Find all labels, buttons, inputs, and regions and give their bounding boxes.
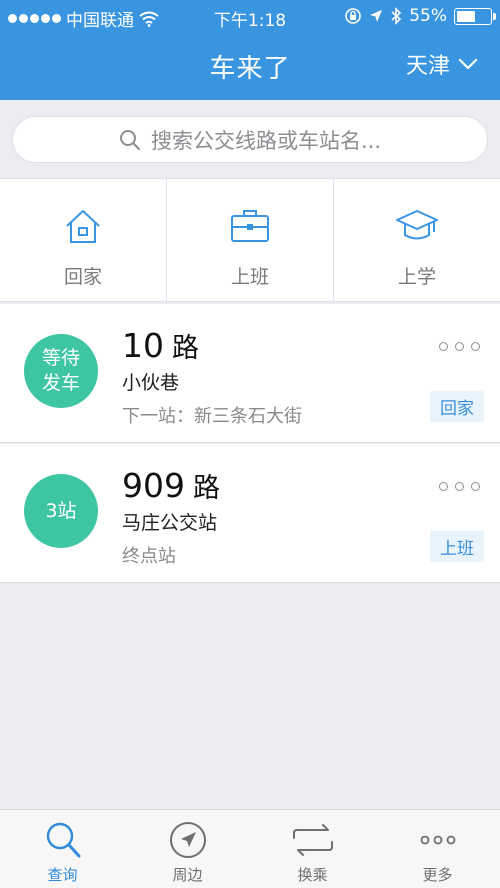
- tab-nearby[interactable]: 周边: [125, 810, 250, 888]
- arrival-status-badge: 3站: [24, 474, 98, 548]
- arrival-status-line2: 发车: [41, 372, 80, 394]
- rotation-lock-icon: [345, 8, 362, 24]
- location-arrow-icon: [370, 10, 383, 22]
- shortcut-label: 回家: [63, 266, 102, 288]
- transfer-icon: [292, 824, 333, 856]
- search-area: 搜索公交线路或车站名...: [0, 100, 500, 178]
- more-dot: [455, 342, 464, 351]
- route-number: 10: [122, 326, 164, 365]
- next-stop: 下一站：新三条石大街: [122, 406, 302, 427]
- search-placeholder: 搜索公交线路或车站名...: [150, 128, 382, 153]
- more-dot: [471, 342, 480, 351]
- navigation-icon: [169, 822, 206, 858]
- graduation-cap-icon: [396, 210, 438, 240]
- status-right: 55%: [344, 6, 496, 26]
- station-name: 马庄公交站: [122, 512, 218, 534]
- search-icon: [46, 822, 80, 858]
- tab-more[interactable]: 更多: [375, 810, 500, 888]
- shortcut-label: 上学: [397, 266, 436, 288]
- tab-label: 换乘: [297, 866, 328, 884]
- tab-search[interactable]: 查询: [0, 810, 125, 888]
- home-icon: [66, 210, 100, 243]
- bus-card[interactable]: 3站 909 路 马庄公交站 终点站 上班: [0, 444, 500, 583]
- battery-level: [457, 10, 475, 22]
- tab-label: 查询: [47, 866, 78, 884]
- shortcut-label: 上班: [230, 266, 269, 288]
- station-name: 小伙巷: [122, 372, 180, 394]
- briefcase-icon: [231, 210, 269, 242]
- shortcut-school[interactable]: 上学: [334, 179, 500, 301]
- card-more-button[interactable]: [439, 482, 480, 491]
- battery-icon: [454, 7, 496, 25]
- battery-percent: 55%: [409, 6, 447, 26]
- card-more-button[interactable]: [439, 342, 480, 351]
- tab-label: 周边: [172, 866, 203, 884]
- status-bar: 中国联通 下午1:18 55%: [0, 0, 500, 34]
- route-number: 909: [122, 466, 185, 505]
- route-suffix: 路: [172, 333, 199, 364]
- city-selector[interactable]: 天津: [406, 48, 478, 80]
- arrival-status-badge: 等待 发车: [24, 334, 98, 408]
- more-dot: [439, 342, 448, 351]
- search-input[interactable]: 搜索公交线路或车站名...: [12, 116, 488, 163]
- more-dot: [471, 482, 480, 491]
- bus-card[interactable]: 等待 发车 10 路 小伙巷 下一站：新三条石大街 回家: [0, 304, 500, 443]
- tab-bar: 查询 周边 换乘 更多: [0, 809, 500, 888]
- bluetooth-icon: [391, 7, 402, 25]
- city-name: 天津: [405, 54, 450, 79]
- chevron-down-icon: [458, 58, 478, 70]
- route-suffix: 路: [193, 473, 220, 504]
- more-icon: [420, 835, 455, 845]
- shortcut-bar: 回家 上班 上学: [0, 178, 500, 302]
- card-tag: 上班: [430, 531, 484, 562]
- route-name: 10 路: [122, 326, 199, 365]
- card-tag: 回家: [430, 391, 484, 422]
- arrival-status-line1: 3站: [45, 499, 77, 522]
- next-stop: 终点站: [122, 546, 176, 567]
- tab-label: 更多: [422, 866, 453, 884]
- tab-transfer[interactable]: 换乘: [250, 810, 375, 888]
- app-header: 中国联通 下午1:18 55% 车来了 天津: [0, 0, 500, 100]
- search-icon: [119, 129, 140, 150]
- route-name: 909 路: [122, 466, 220, 505]
- more-dot: [455, 482, 464, 491]
- more-dot: [439, 482, 448, 491]
- shortcut-work[interactable]: 上班: [167, 179, 334, 301]
- arrival-status-line1: 等待: [41, 347, 80, 369]
- shortcut-home[interactable]: 回家: [0, 179, 167, 301]
